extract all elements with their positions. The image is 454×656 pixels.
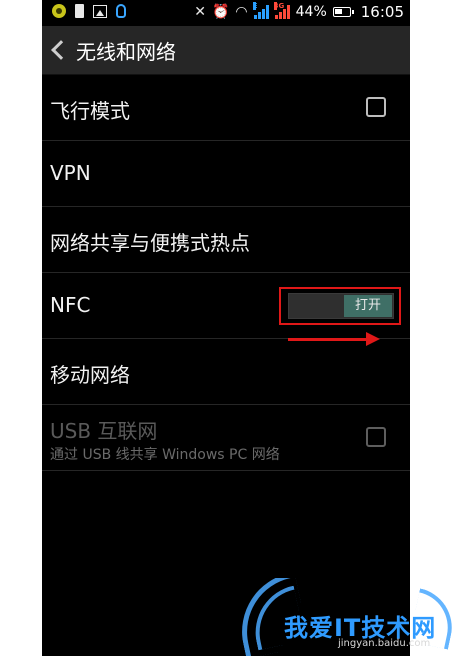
watermark-url: jingyan.baidu.com [338, 638, 431, 649]
usb-internet-checkbox [366, 427, 386, 447]
setting-airplane-mode[interactable]: 飞行模式 [42, 75, 410, 141]
image-icon [93, 4, 107, 18]
setting-label: 飞行模式 [50, 99, 130, 123]
setting-vpn[interactable]: VPN [42, 141, 410, 207]
setting-mobile-network[interactable]: 移动网络 [42, 339, 410, 405]
status-bar-left [52, 4, 126, 18]
signal-icon: 3G [273, 2, 290, 19]
title-bar: 无线和网络 [42, 26, 410, 75]
battery-percent: 44% [295, 4, 327, 20]
setting-tethering-hotspot[interactable]: 网络共享与便携式热点 [42, 207, 410, 273]
battery-icon [332, 7, 354, 17]
status-bar-right: ✕ ⏰ ◠ E 3G 44% 16:05 [194, 2, 404, 21]
annotation-arrow-icon [288, 332, 380, 346]
alarm-icon: ⏰ [211, 4, 230, 20]
settings-list: 飞行模式 VPN 网络共享与便携式热点 NFC 打开 移动网络 USB 互联网 … [42, 75, 410, 471]
phone-screen: ✕ ⏰ ◠ E 3G 44% 16:05 无线和网络 飞行模式 VPN 网络共享… [42, 0, 410, 656]
setting-label: NFC [50, 293, 91, 317]
mute-icon: ✕ [194, 4, 206, 20]
page-title: 无线和网络 [76, 39, 176, 64]
setting-label: 网络共享与便携式热点 [50, 231, 250, 255]
airplane-mode-checkbox[interactable] [366, 97, 386, 117]
network-type-label: 3G [273, 2, 285, 10]
setting-label: 移动网络 [50, 363, 130, 387]
setting-label: VPN [50, 161, 91, 185]
setting-usb-internet: USB 互联网 通过 USB 线共享 Windows PC 网络 [42, 405, 410, 471]
network-type-label: E [252, 2, 258, 10]
android-icon [52, 4, 66, 18]
sd-card-icon [75, 4, 84, 18]
signal-icon: E [252, 2, 269, 19]
setting-nfc[interactable]: NFC 打开 [42, 273, 410, 339]
annotation-highlight-box [279, 287, 401, 325]
back-button[interactable]: 无线和网络 [42, 26, 176, 74]
setting-sublabel: 通过 USB 线共享 Windows PC 网络 [50, 447, 280, 463]
status-bar: ✕ ⏰ ◠ E 3G 44% 16:05 [42, 0, 410, 26]
chevron-left-icon [51, 40, 71, 60]
setting-label: USB 互联网 [50, 419, 158, 443]
watermark: 我爱IT技术网 jingyan.baidu.com [200, 578, 454, 656]
qq-icon [116, 4, 126, 18]
wifi-icon: ◠ [235, 4, 248, 20]
status-clock: 16:05 [360, 3, 404, 21]
